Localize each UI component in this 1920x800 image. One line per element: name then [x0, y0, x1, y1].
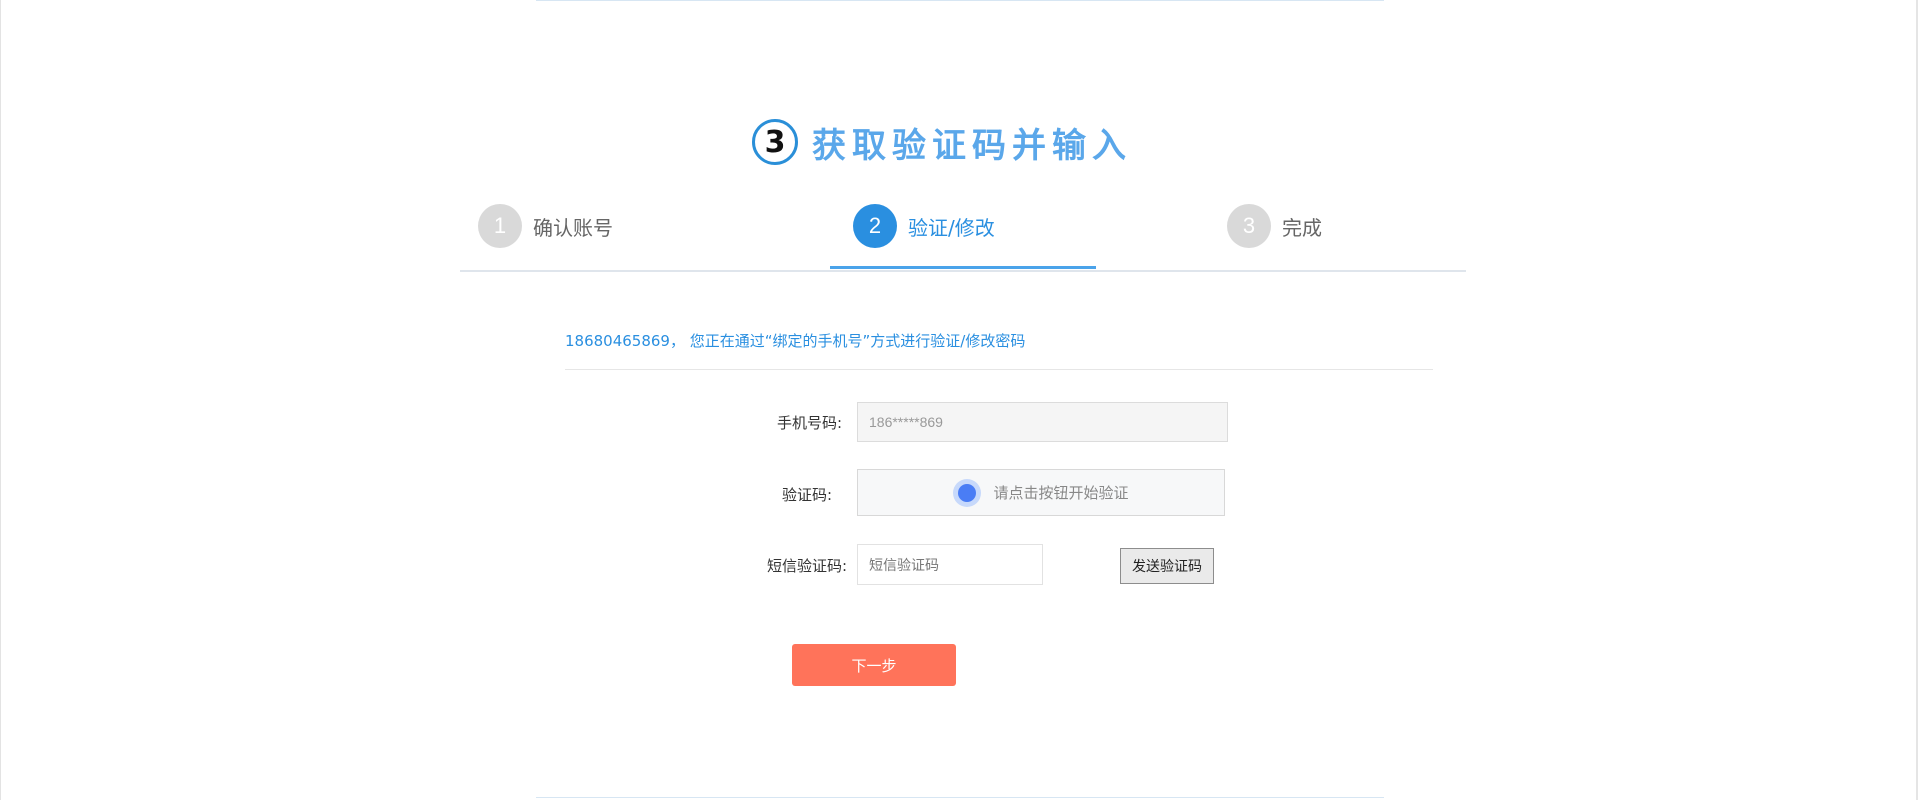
bottom-divider: [536, 797, 1384, 798]
step-label: 确认账号: [533, 215, 613, 240]
sms-code-input[interactable]: 短信验证码: [857, 544, 1043, 585]
captcha-button[interactable]: 请点击按钮开始验证: [857, 469, 1225, 516]
send-code-button[interactable]: 发送验证码: [1120, 548, 1214, 584]
step-complete: 3 完成: [1227, 204, 1322, 248]
next-step-button[interactable]: 下一步: [792, 644, 956, 686]
phone-field[interactable]: 186*****869: [857, 402, 1228, 442]
step-confirm-account: 1 确认账号: [478, 204, 613, 248]
verification-info: 18680465869， 您正在通过“绑定的手机号”方式进行验证/修改密码: [565, 320, 1433, 370]
captcha-prompt: 请点击按钮开始验证: [993, 484, 1129, 502]
phone-value: 186*****869: [869, 414, 943, 430]
section-heading: 3 获取验证码并输入: [752, 116, 1132, 168]
step-label: 验证/修改: [908, 215, 995, 240]
right-border: [1916, 0, 1918, 800]
sms-code-placeholder: 短信验证码: [869, 557, 939, 574]
active-step-underline: [830, 266, 1096, 269]
step-circle: 2: [853, 204, 897, 248]
step-circle: 1: [478, 204, 522, 248]
page-title: 获取验证码并输入: [812, 125, 1132, 166]
step-circle: 3: [1227, 204, 1271, 248]
step-progress: 1 确认账号 2 验证/修改 3 完成: [460, 196, 1466, 272]
sms-code-label: 短信验证码:: [766, 557, 847, 575]
captcha-label: 验证码:: [781, 486, 832, 504]
step-number-badge: 3: [752, 119, 798, 165]
step-label: 完成: [1282, 215, 1322, 240]
step-verify-modify: 2 验证/修改: [853, 204, 995, 248]
top-divider: [536, 0, 1384, 1]
phone-label: 手机号码:: [776, 414, 842, 432]
captcha-dot-icon: [953, 478, 982, 507]
